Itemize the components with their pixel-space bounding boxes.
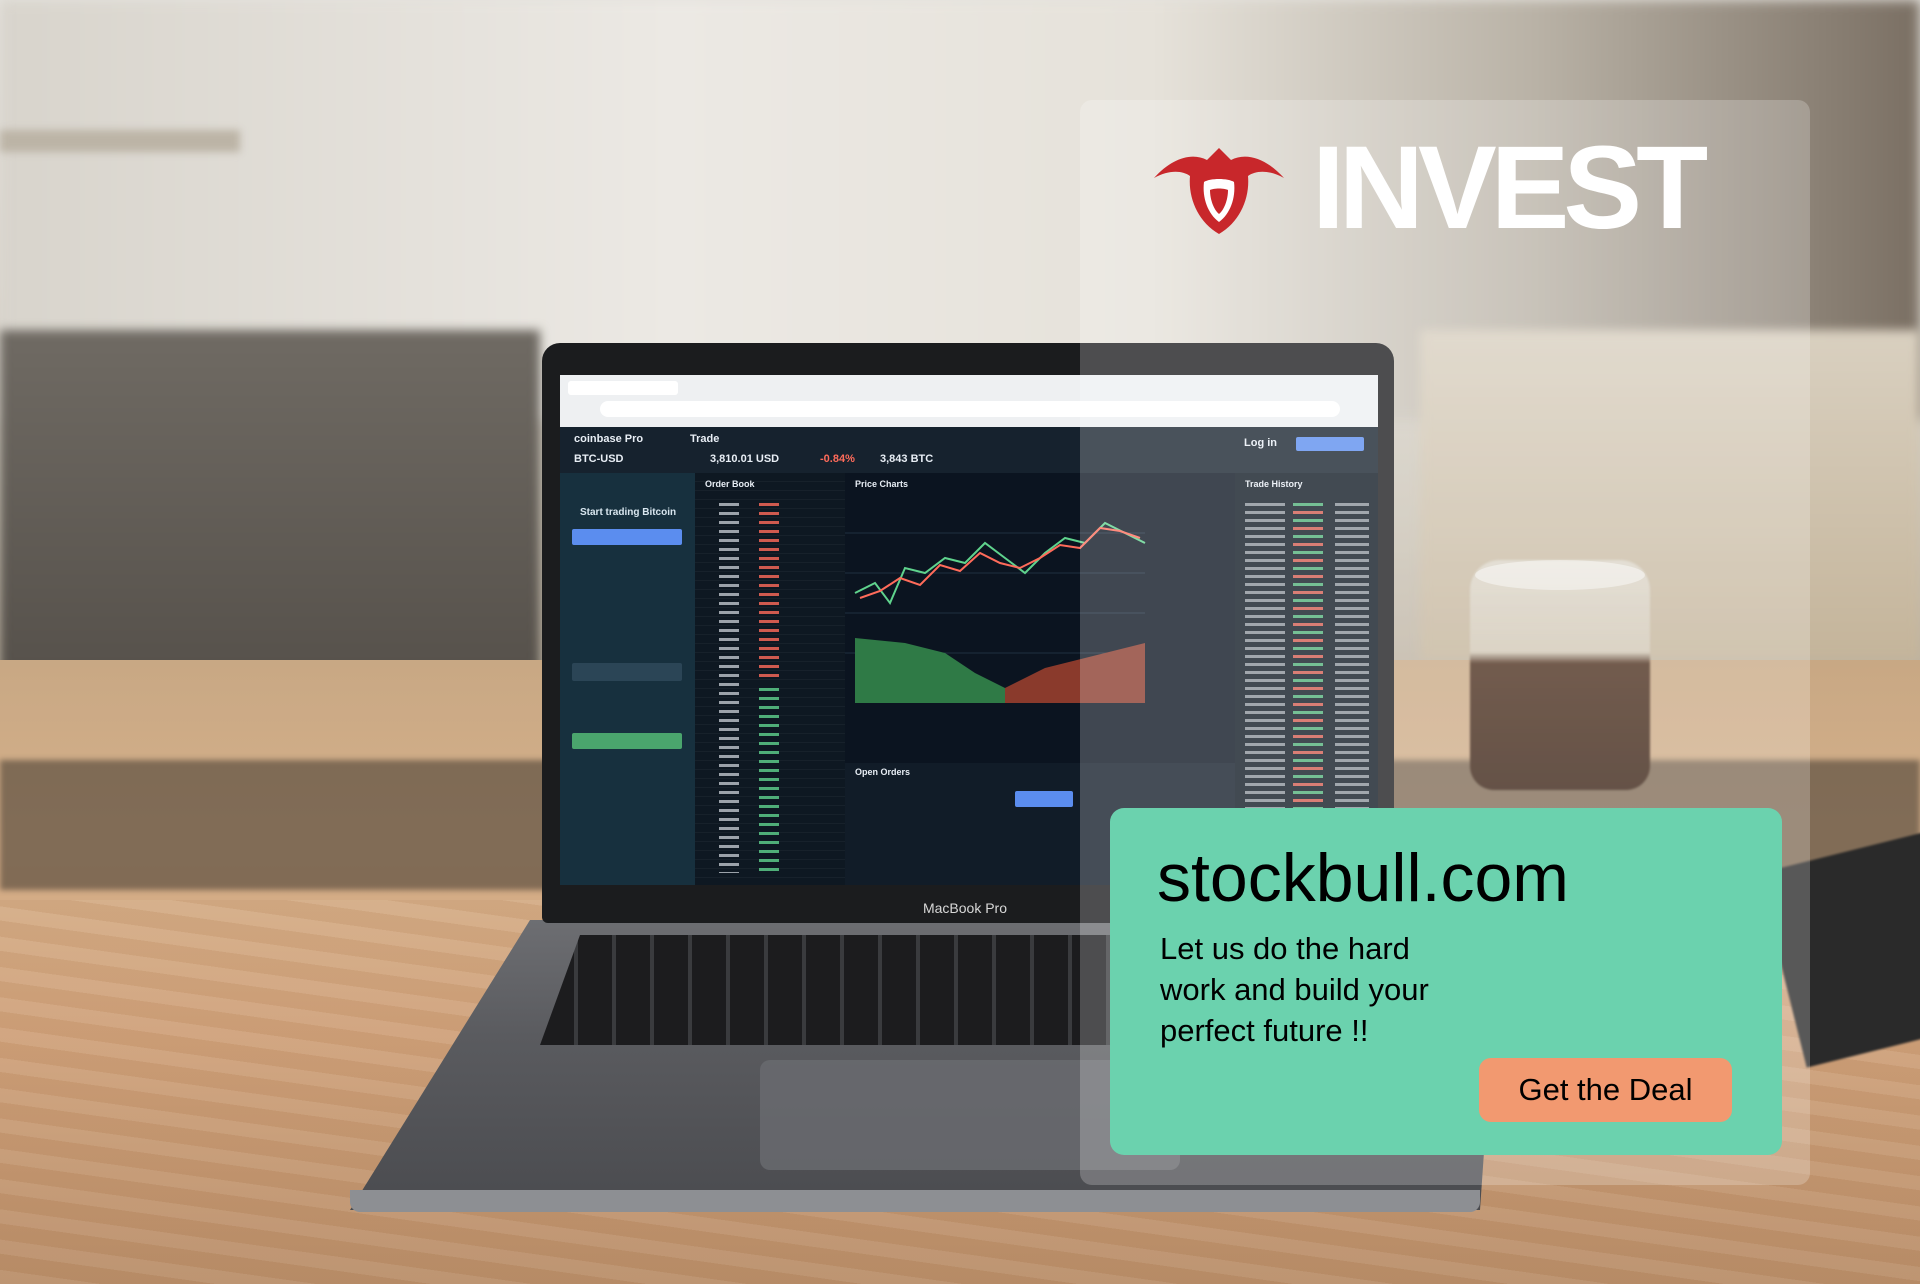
- open-orders-get-started: [1015, 791, 1073, 807]
- sidebar-amount-field: [572, 663, 682, 681]
- tagline-line-1: Let us do the hard: [1160, 931, 1410, 966]
- exchange-sidebar: Start trading Bitcoin: [560, 473, 695, 885]
- laptop-model-label: MacBook Pro: [922, 900, 1008, 916]
- exchange-brand: coinbase Pro: [574, 433, 644, 445]
- browser-tab: [568, 381, 678, 395]
- order-book-title: Order Book: [705, 479, 755, 489]
- order-book-sizes: [719, 503, 739, 873]
- sidebar-title: Start trading Bitcoin: [580, 507, 677, 518]
- get-the-deal-button[interactable]: Get the Deal: [1479, 1058, 1732, 1122]
- exchange-volume: 3,843 BTC: [880, 453, 934, 465]
- laptop-front-edge: [350, 1190, 1480, 1212]
- order-book-bids: [759, 688, 779, 873]
- deal-card: stockbull.com Let us do the hard work an…: [1110, 808, 1782, 1155]
- exchange-pair: BTC-USD: [574, 453, 624, 465]
- brand-wordmark: INVEST: [1312, 122, 1708, 254]
- open-orders-title: Open Orders: [855, 767, 911, 777]
- tagline-line-3: perfect future !!: [1160, 1013, 1369, 1048]
- sidebar-get-started: [572, 529, 682, 545]
- tagline: Let us do the hard work and build your p…: [1160, 928, 1490, 1051]
- exchange-change: -0.84%: [820, 453, 855, 465]
- bull-head-icon: [1154, 148, 1284, 234]
- website-domain[interactable]: stockbull.com: [1157, 838, 1569, 918]
- background-cabinet: [0, 330, 540, 690]
- exchange-last-price: 3,810.01 USD: [710, 453, 780, 465]
- sidebar-place-order: [572, 733, 682, 749]
- background-shelf: [0, 130, 240, 152]
- tagline-line-2: work and build your: [1160, 972, 1429, 1007]
- invest-logo: INVEST: [1152, 128, 1708, 248]
- order-book: Order Book: [695, 473, 845, 885]
- order-book-asks: [759, 503, 779, 683]
- exchange-trade-tab: Trade: [690, 433, 720, 445]
